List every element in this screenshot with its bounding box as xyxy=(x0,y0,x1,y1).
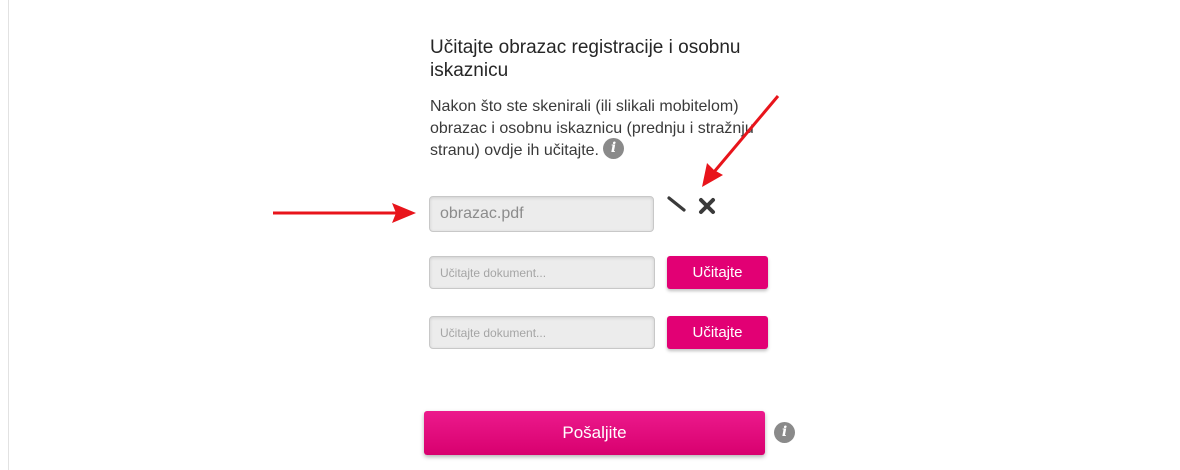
instructions-line-text: stranu) ovdje ih učitajte. xyxy=(430,142,599,159)
left-divider xyxy=(8,0,9,470)
pencil-icon[interactable] xyxy=(666,194,688,216)
upload-instructions: Nakon što ste skenirali (ili slikali mob… xyxy=(430,96,770,162)
arrow-to-file-field xyxy=(273,203,416,223)
page-title: Učitajte obrazac registracije i osobnu i… xyxy=(430,37,741,81)
instructions-line: stranu) ovdje ih učitajte. i xyxy=(430,138,770,162)
page: Učitajte obrazac registracije i osobnu i… xyxy=(0,0,1180,470)
instructions-line: Nakon što ste skenirali (ili slikali mob… xyxy=(430,98,739,115)
instructions-line: obrazac i osobnu iskaznicu (prednju i st… xyxy=(430,120,754,137)
info-icon[interactable]: i xyxy=(602,138,624,160)
upload-button[interactable]: Učitajte xyxy=(667,316,768,349)
document-upload-field[interactable] xyxy=(429,316,655,349)
close-icon[interactable] xyxy=(698,197,716,215)
document-upload-field[interactable] xyxy=(429,256,655,289)
uploaded-file-field[interactable] xyxy=(429,196,654,232)
submit-button[interactable]: Pošaljite xyxy=(424,411,765,455)
upload-button[interactable]: Učitajte xyxy=(667,256,768,289)
info-icon[interactable]: i xyxy=(774,422,795,443)
